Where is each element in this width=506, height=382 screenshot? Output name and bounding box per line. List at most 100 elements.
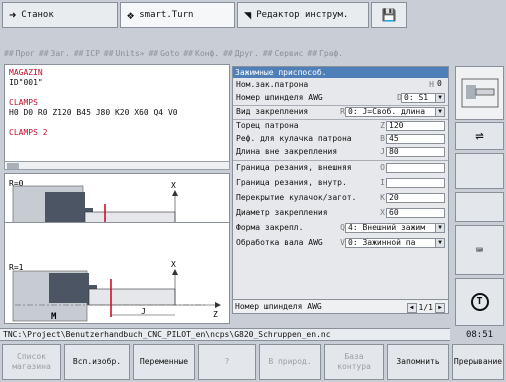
lathe-icon (461, 78, 498, 108)
program-line: H0 D0 R0 Z120 B45 J80 K20 X60 Q4 V0 (9, 108, 178, 117)
jaw-overlap-input[interactable]: 20 (386, 193, 445, 203)
row-clamp-diameter: Диаметр закрепления X 60 (233, 207, 448, 219)
clock: 08:51 (465, 330, 494, 340)
tab-tool-editor-label: Редактор инструм. (256, 10, 349, 20)
t-circle-icon: T (470, 293, 489, 311)
length-outside-input[interactable]: 80 (386, 147, 445, 157)
cut-limit-inner-input[interactable] (386, 178, 445, 188)
chevron-down-icon[interactable]: ▼ (435, 224, 444, 232)
jaw-ref-input[interactable]: 45 (386, 134, 445, 144)
row-jaw-ref: Реф. для кулачка патрона B 45 (233, 133, 448, 145)
field-letter: I (380, 178, 385, 187)
field-letter: O (380, 163, 385, 172)
page-next-icon[interactable]: ▶ (435, 303, 445, 313)
x-axis-label: X (171, 181, 176, 190)
cut-limit-outer-input[interactable] (386, 163, 445, 173)
softkey-natural[interactable]: В природ. (259, 344, 321, 380)
menu-item-config[interactable]: ## Конф. (183, 49, 219, 58)
field-letter: J (380, 147, 385, 156)
tool-holder-icon: ⇌ (475, 128, 484, 144)
tab-machine[interactable]: ➜ Станок (2, 2, 118, 28)
row-chuck-number: Ном.зак.патрона H 0 (233, 79, 448, 91)
side-key-tool[interactable]: ⇌ (455, 122, 504, 150)
program-editor[interactable]: MAGAZIN ID"001" CLAMPS H0 D0 R0 Z120 B45… (4, 64, 230, 170)
program-scrollbar[interactable] (4, 161, 230, 170)
field-letter: X (380, 208, 385, 217)
side-key-keyboard[interactable]: ⌨ (455, 225, 504, 275)
field-letter: H (429, 80, 434, 89)
menu-item-graphics[interactable]: ## Граф. (307, 49, 343, 58)
program-line: CLAMPS (9, 98, 38, 107)
chevron-down-icon[interactable]: ▼ (435, 94, 444, 102)
row-length-outside: Длина вне закрепления J 80 (233, 146, 448, 158)
clamping-dialog: Зажимные приспособ. Ном.зак.патрона H 0 … (232, 66, 449, 314)
side-key-blank2[interactable] (455, 192, 504, 222)
side-key-blank1[interactable] (455, 153, 504, 189)
row-cut-limit-inner: Граница резания, внутр. I (233, 177, 448, 189)
field-letter: B (380, 134, 385, 143)
chuck-face-input[interactable]: 120 (386, 121, 445, 131)
clamp-type-select[interactable]: 0: J=Своб. длина ▼ (345, 107, 445, 117)
menu-item-blank[interactable]: ## Заг. (39, 49, 70, 58)
menu-item-service[interactable]: ## Сервис (263, 49, 304, 58)
keyboard-icon: ⌨ (475, 243, 484, 257)
save-disk-icon: 💾 (381, 8, 397, 22)
side-key-lathe-view[interactable] (455, 66, 504, 120)
field-label: Граница резания, внутр. (236, 178, 347, 187)
menu-item-goto[interactable]: ## Goto (148, 49, 179, 58)
menu-item-icp[interactable]: ## ICP (74, 49, 100, 58)
softkey-contour-base[interactable]: База контура (324, 344, 384, 380)
file-path: TNC:\Project\Benutzerhandbuch_CNC_PILOT_… (0, 328, 450, 341)
tab-tool-editor[interactable]: ◥ Редактор инструм. (237, 2, 369, 28)
row-clamp-form: Форма закрепл. Q 4: Внешний зажим ▼ (233, 222, 448, 234)
field-label: Диаметр закрепления (236, 208, 328, 217)
dialog-title: Зажимные приспособ. (233, 67, 448, 78)
page-indicator: 1/1 (418, 303, 433, 312)
dialog-status-bar: Номер шпинделя AWG ◀ 1/1 ▶ (233, 299, 448, 313)
row-spindle-number: Номер шпинделя AWG D 0: S1 ▼ (233, 92, 448, 104)
tab-smart-turn[interactable]: ❖ smart.Turn (120, 2, 235, 28)
softkey-save[interactable]: Запомнить (387, 344, 449, 380)
field-label: Граница резания, внешняя (236, 163, 352, 172)
scroll-thumb[interactable] (7, 163, 19, 169)
field-label: Перекрытие кулачок/загот. (236, 193, 357, 202)
field-label: Номер шпинделя AWG (236, 93, 323, 102)
j-label: J (141, 307, 146, 316)
chevron-down-icon[interactable]: ▼ (435, 108, 444, 116)
tool-editor-icon: ◥ (244, 8, 252, 22)
tab-smart-turn-label: smart.Turn (139, 10, 194, 20)
menu-item-prog[interactable]: ## Прог (4, 49, 35, 58)
field-label: Вид закрепления (236, 107, 309, 116)
page-prev-icon[interactable]: ◀ (406, 303, 417, 313)
row-clamp-type: Вид закрепления R 0: J=Своб. длина ▼ (233, 106, 448, 118)
program-line: MAGAZIN (9, 68, 43, 77)
r-label: R=1 (9, 263, 24, 272)
clamp-diameter-input[interactable]: 60 (386, 208, 445, 218)
spindle-select[interactable]: 0: S1 ▼ (401, 93, 445, 103)
field-label: Реф. для кулачка патрона (236, 134, 352, 143)
softkey-help[interactable]: ? (198, 344, 256, 380)
chevron-down-icon[interactable]: ▼ (435, 239, 444, 247)
softkey-help-image[interactable]: Всп.изобр. (64, 344, 130, 380)
menu-item-other[interactable]: ## Друг. (223, 49, 259, 58)
shaft-machining-select[interactable]: 0: Зажинной па ▼ (345, 238, 445, 248)
side-key-t[interactable]: T (455, 278, 504, 326)
select-value: 0: S1 (404, 93, 429, 102)
row-shaft-machining: Обработка вала AWG V 0: Зажинной па ▼ (233, 237, 448, 249)
field-letter: Z (380, 121, 385, 130)
diamond-arrow-icon: ❖ (127, 8, 135, 22)
field-label: Обработка вала AWG (236, 238, 323, 247)
softkey-variables[interactable]: Переменные (133, 344, 195, 380)
field-label: Ном.зак.патрона (236, 80, 309, 89)
softkey-cancel[interactable]: Прерывание (452, 344, 504, 380)
m-label: M (51, 312, 57, 322)
field-value: 0 (437, 80, 442, 88)
select-value: 4: Внешний зажим (348, 223, 426, 232)
softkey-magazine-list[interactable]: Список магазина (2, 344, 61, 380)
menu-item-units[interactable]: ## Units» (104, 49, 145, 58)
select-value: 0: J=Своб. длина (348, 107, 426, 116)
field-label: Торец патрона (236, 121, 299, 130)
clamp-form-select[interactable]: 4: Внешний зажим ▼ (345, 223, 445, 233)
tab-extra[interactable]: 💾 (371, 2, 407, 28)
select-value: 0: Зажинной па (348, 238, 416, 247)
